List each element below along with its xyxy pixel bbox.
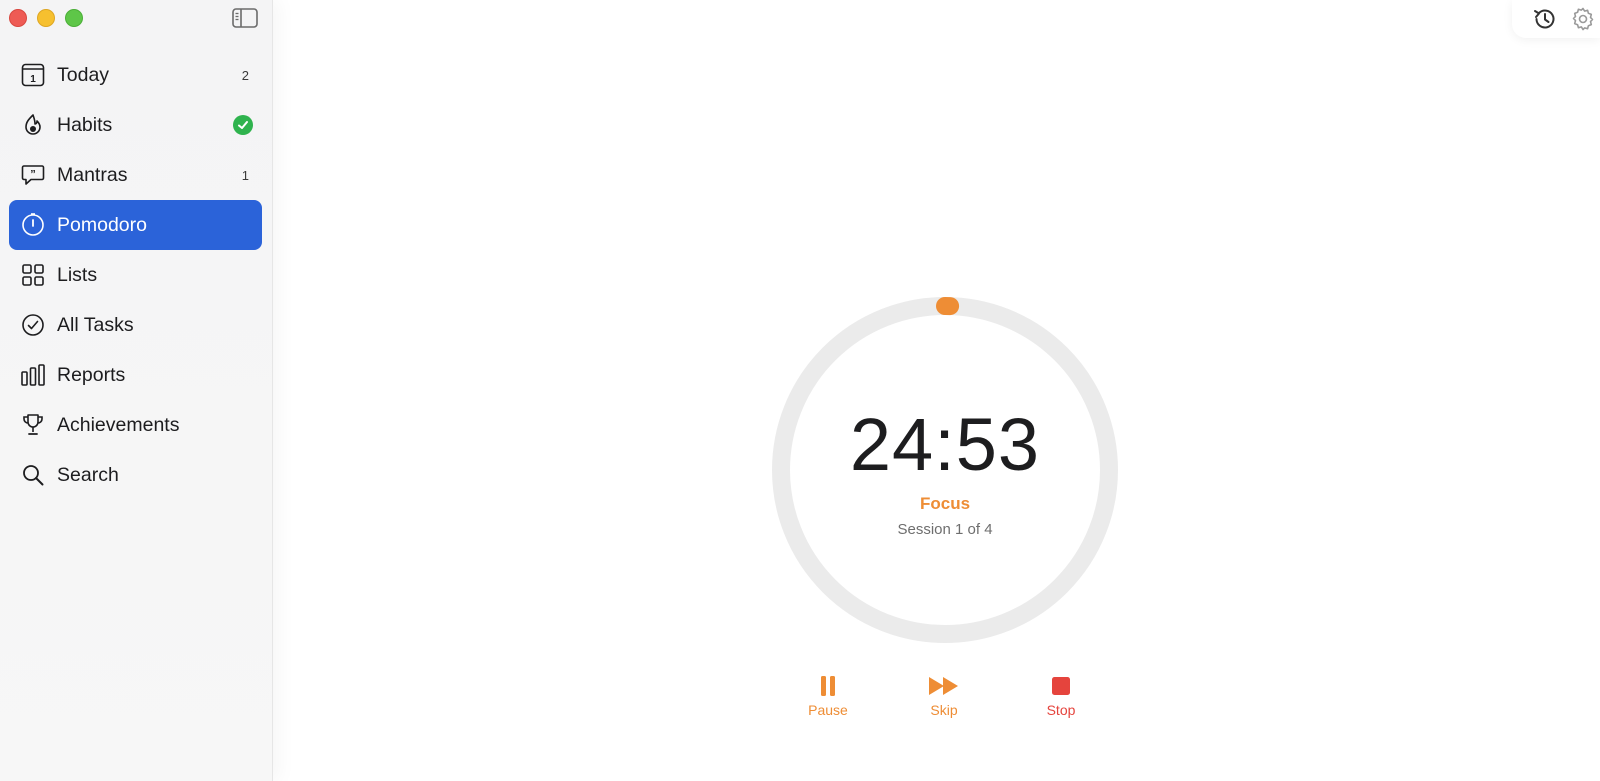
- toolbar: [1512, 0, 1600, 38]
- trophy-icon: [23, 414, 43, 435]
- window-controls: [9, 9, 83, 27]
- sidebar-item-label: All Tasks: [57, 313, 134, 336]
- check-circle-icon: [22, 314, 44, 336]
- today-count-badge: 2: [241, 67, 249, 83]
- sidebar-item-label: Search: [57, 463, 119, 486]
- calendar-icon: 1: [21, 63, 45, 87]
- stop-label: Stop: [1046, 702, 1076, 718]
- sidebar-item-label: Today: [57, 63, 110, 86]
- pause-label: Pause: [808, 702, 848, 718]
- gear-icon[interactable]: [1570, 6, 1596, 32]
- sidebar-item-label: Achievements: [57, 413, 180, 436]
- sidebar-item-lists[interactable]: Lists: [9, 250, 262, 300]
- sidebar-item-achievements[interactable]: Achievements: [9, 400, 262, 450]
- sidebar-item-mantras[interactable]: ” Mantras 1: [9, 150, 262, 200]
- skip-button[interactable]: Skip: [909, 674, 979, 718]
- timer-time: 24:53: [849, 403, 1041, 486]
- stop-icon: [1052, 677, 1070, 695]
- mantras-count-badge: 1: [241, 167, 249, 183]
- search-icon: [23, 465, 44, 486]
- sidebar-item-label: Pomodoro: [57, 213, 147, 236]
- history-icon[interactable]: [1532, 6, 1558, 32]
- fast-forward-icon: [929, 677, 958, 695]
- skip-label: Skip: [930, 702, 958, 718]
- bar-chart-icon: [21, 364, 45, 386]
- sidebar-item-search[interactable]: Search: [9, 450, 262, 500]
- flame-icon: [25, 114, 41, 135]
- timer-phase: Focus: [919, 494, 971, 513]
- grid-icon: [22, 264, 44, 286]
- close-window-button[interactable]: [9, 9, 27, 27]
- sidebar-nav: 1 Today 2 Habits ” Mantras 1 Pomodoro Li…: [9, 50, 262, 500]
- sidebar-item-label: Reports: [57, 363, 126, 386]
- zoom-window-button[interactable]: [65, 9, 83, 27]
- sidebar-item-label: Lists: [57, 263, 98, 286]
- habits-complete-check-icon: [233, 115, 253, 135]
- timer-icon: [22, 213, 44, 236]
- svg-text:1: 1: [30, 74, 36, 85]
- sidebar-item-label: Mantras: [57, 163, 128, 186]
- sidebar-toggle-icon[interactable]: [232, 8, 258, 28]
- pause-button[interactable]: Pause: [793, 674, 863, 718]
- minimize-window-button[interactable]: [37, 9, 55, 27]
- sidebar-item-label: Habits: [57, 113, 113, 136]
- sidebar: 1 Today 2 Habits ” Mantras 1 Pomodoro Li…: [0, 0, 273, 781]
- sidebar-item-habits[interactable]: Habits: [9, 100, 262, 150]
- sidebar-item-pomodoro[interactable]: Pomodoro: [9, 200, 262, 250]
- sidebar-item-all-tasks[interactable]: All Tasks: [9, 300, 262, 350]
- pause-icon: [821, 676, 835, 696]
- stop-button[interactable]: Stop: [1026, 674, 1096, 718]
- svg-text:”: ”: [30, 169, 36, 181]
- sidebar-item-today[interactable]: 1 Today 2: [9, 50, 262, 100]
- quote-bubble-icon: ”: [21, 165, 45, 185]
- timer-session: Session 1 of 4: [897, 521, 993, 538]
- sidebar-item-reports[interactable]: Reports: [9, 350, 262, 400]
